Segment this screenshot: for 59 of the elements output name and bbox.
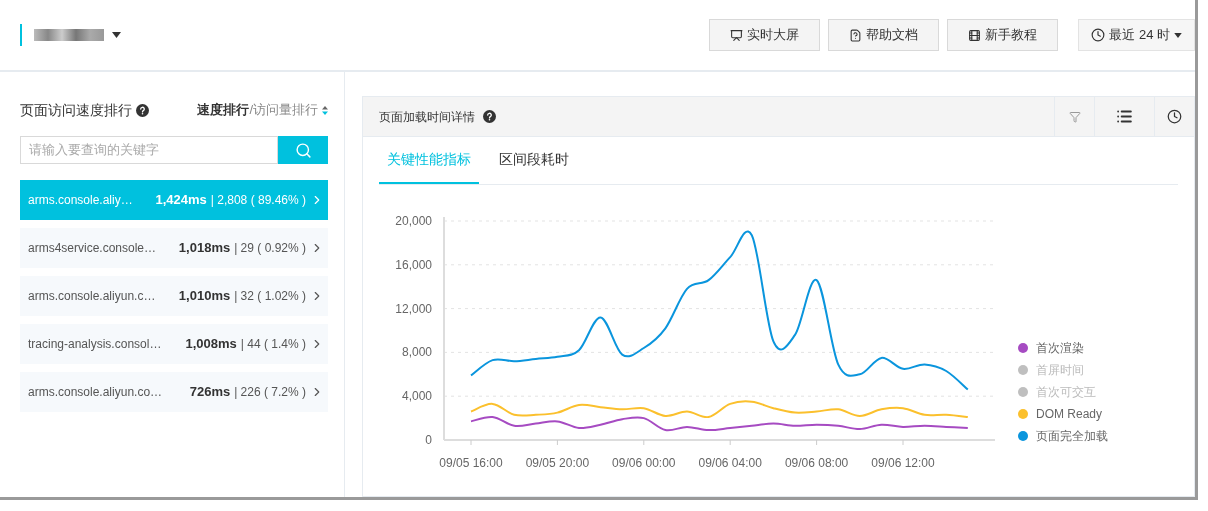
ranking-item[interactable]: arms.console.aliyun.c… 1,010ms | 32 ( 1.02% ) (20, 276, 328, 316)
y-axis-label: 20,000 (395, 214, 432, 228)
help-icon (136, 103, 149, 117)
load-time: 726ms (189, 383, 231, 402)
load-time: 1,424ms (155, 191, 207, 210)
x-axis-label: 09/06 00:00 (612, 456, 676, 470)
y-axis-label: 0 (425, 433, 432, 447)
x-axis-label: 09/06 12:00 (871, 456, 935, 470)
visit-count: | 29 ( 0.92% ) (234, 240, 306, 257)
film-icon (968, 28, 982, 42)
search-field[interactable]: 请输入要查询的关键字 (20, 136, 278, 164)
list-icon[interactable] (1116, 108, 1133, 125)
page-name: arms4service.console… (28, 240, 157, 257)
panel-title: 页面访问速度排行 (20, 100, 132, 120)
sort-icon (322, 105, 328, 115)
visit-count: | 44 ( 1.4% ) (240, 336, 306, 353)
y-axis-label: 4,000 (401, 389, 432, 404)
visit-count: | 226 ( 7.2% ) (234, 384, 306, 401)
document-question-icon (849, 28, 863, 42)
x-axis-label: 09/06 04:00 (698, 456, 762, 470)
page-name: arms.console.aliyun.c… (28, 288, 156, 305)
caret-down-icon (112, 32, 121, 38)
toolbar-button[interactable]: 实时大屏 (709, 19, 821, 51)
x-axis-label: 09/05 20:00 (525, 456, 590, 470)
load-time: 1,018ms (178, 239, 231, 258)
tab[interactable]: 区间段耗时 (491, 137, 577, 184)
time-range-dropdown[interactable]: 最近 24 时 (1078, 19, 1195, 51)
page-name: tracing-analysis.consol… (28, 336, 162, 353)
x-axis-label: 09/05 16:00 (439, 456, 503, 470)
visit-count: | 32 ( 1.02% ) (234, 288, 306, 305)
y-axis-label: 12,000 (395, 301, 432, 316)
pixelated-title-block[interactable] (20, 24, 121, 46)
ranking-item[interactable]: arms.console.aliyun.co… 726ms | 226 ( 7.2% ) (20, 372, 328, 412)
legend-label[interactable]: 首次渲染 (1036, 338, 1084, 357)
page-name: arms.console.aliyun.co… (28, 384, 163, 401)
legend-label[interactable]: 页面完全加载 (1036, 426, 1108, 445)
visit-count: | 2,808 ( 89.46% ) (210, 192, 306, 209)
load-time: 1,008ms (185, 335, 237, 354)
presentation-icon (730, 28, 744, 42)
page-name: arms.console.aliy… (28, 192, 133, 209)
sort-option[interactable]: 速度排行 (197, 100, 250, 120)
sort-option[interactable]: 访问量排行 (253, 100, 318, 120)
y-axis-label: 16,000 (395, 257, 432, 272)
separator: / (249, 101, 253, 120)
toolbar-button[interactable]: 帮助文档 (828, 19, 940, 51)
filter-icon[interactable] (1068, 110, 1081, 123)
caret-down-icon (1174, 32, 1182, 38)
ranking-item[interactable]: tracing-analysis.consol… 1,008ms | 44 ( 1.4% ) (20, 324, 328, 364)
ranking-item[interactable]: arms4service.console… 1,018ms | 29 ( 0.92% ) (20, 228, 328, 268)
search-icon (294, 141, 312, 159)
load-time: 1,010ms (178, 287, 231, 306)
card-title: 页面加载时间详情 (379, 108, 475, 126)
legend-label[interactable]: DOM Ready (1036, 404, 1103, 423)
y-axis-label: 8,000 (401, 345, 432, 360)
x-axis-label: 09/06 08:00 (784, 456, 849, 470)
clock-icon (1091, 28, 1106, 42)
clock-icon[interactable] (1167, 109, 1182, 124)
help-icon (483, 110, 496, 123)
toolbar-button[interactable]: 新手教程 (947, 19, 1059, 51)
